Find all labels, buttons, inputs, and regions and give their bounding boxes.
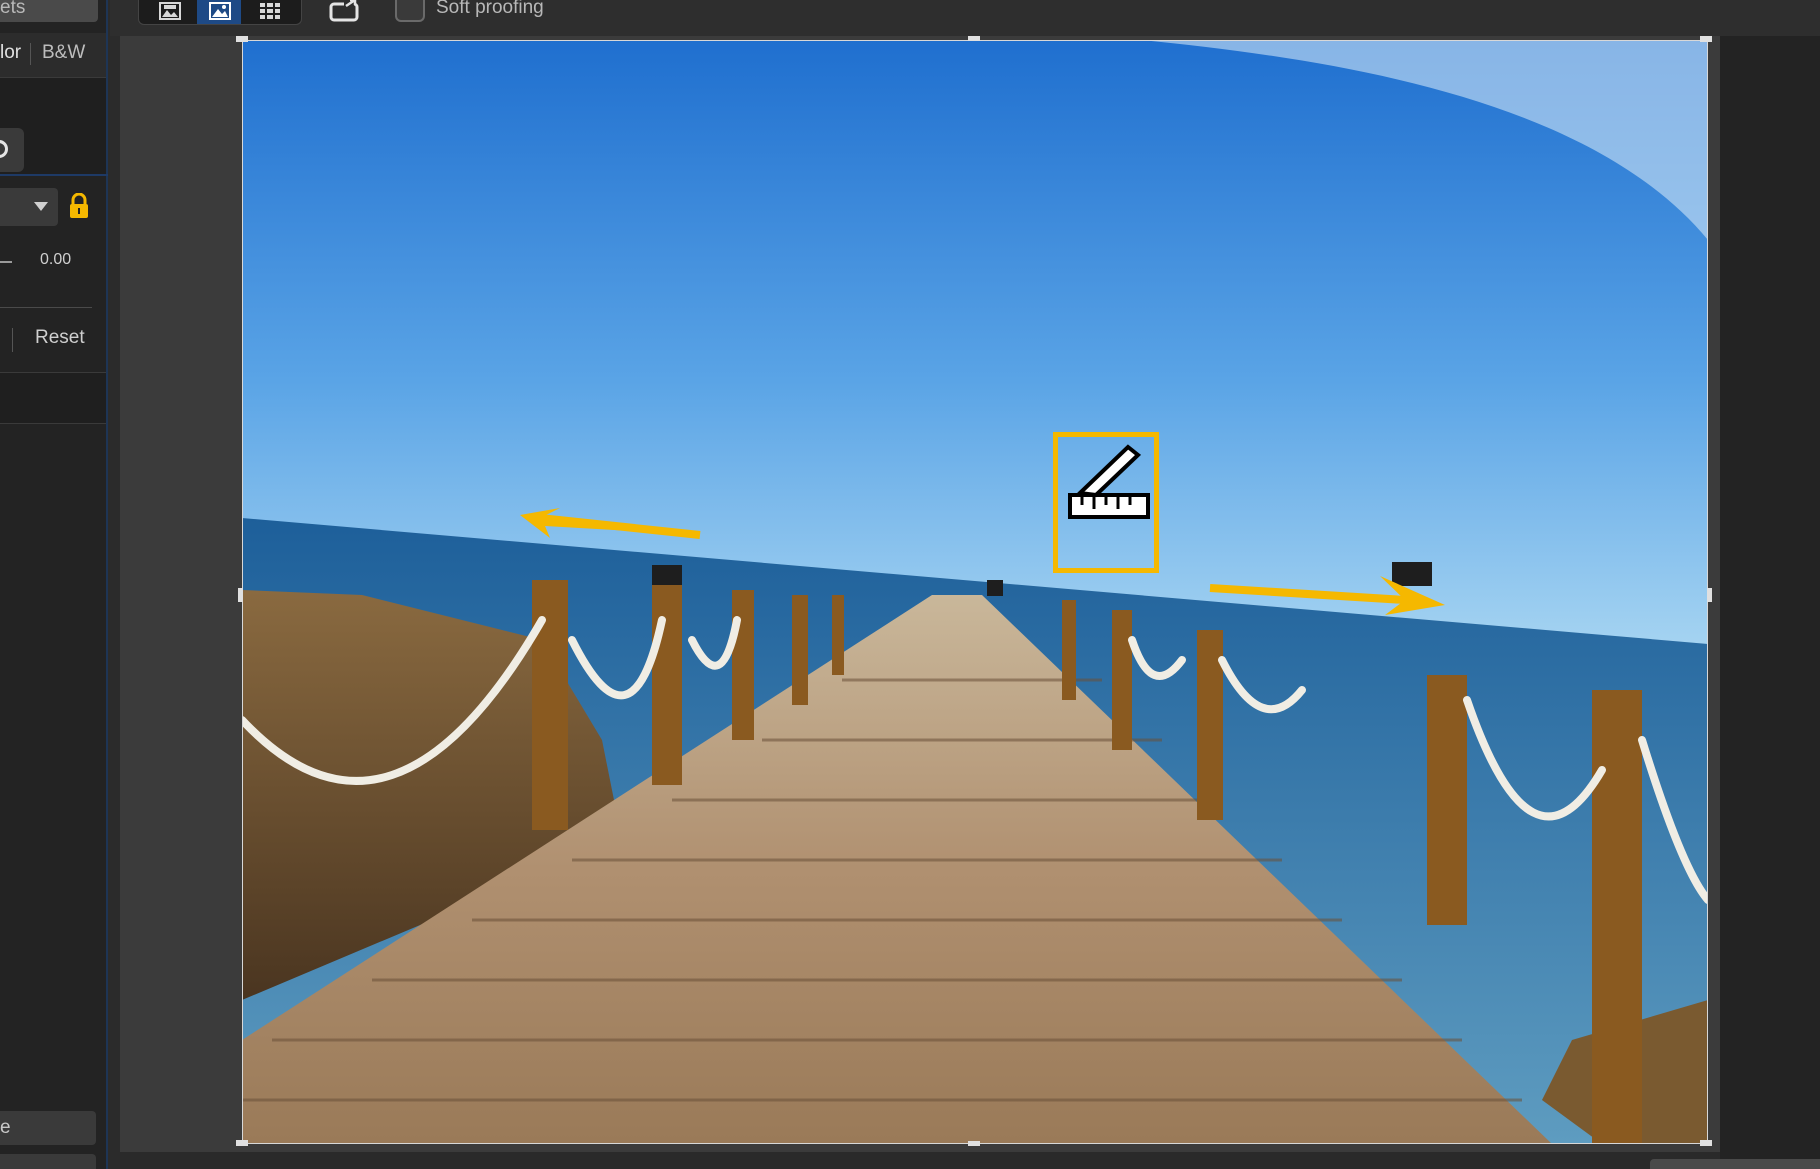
tab-color[interactable]: lor — [0, 33, 21, 73]
angle-slider[interactable] — [0, 261, 12, 263]
tab-bw[interactable]: B&W — [42, 33, 85, 73]
color-mode-tabs: lor B&W — [0, 33, 106, 78]
tab-divider — [30, 43, 31, 65]
aspect-ratio-dropdown[interactable] — [0, 188, 58, 226]
soft-proofing-label: Soft proofing — [436, 0, 544, 18]
presets-tab-label: ets — [0, 0, 26, 18]
bottom-action-label: e — [0, 1117, 11, 1138]
left-panel: ets lor B&W 0.00 Reset e — [0, 0, 108, 1169]
crop-handle-left[interactable] — [238, 588, 243, 602]
button-separator — [12, 328, 13, 352]
pier-photo — [242, 40, 1708, 1144]
straighten-tool-box[interactable] — [1053, 432, 1159, 573]
chevron-down-icon — [34, 202, 48, 211]
grid-icon — [260, 3, 280, 19]
divider — [0, 307, 92, 308]
ruler-straighten-icon — [1068, 444, 1150, 519]
scrollbar-thumb[interactable] — [1650, 1159, 1820, 1169]
toolbar: Soft proofing — [110, 0, 1820, 36]
soft-proofing-checkbox[interactable] — [395, 0, 425, 22]
photo-preview[interactable] — [242, 40, 1708, 1144]
grid-view-button[interactable] — [247, 0, 291, 24]
right-panel-edge — [1720, 36, 1820, 1169]
panel-section-header — [0, 372, 106, 424]
fit-screen-icon[interactable] — [328, 0, 364, 24]
circle-icon — [0, 140, 8, 158]
single-view-button[interactable] — [197, 0, 241, 24]
crop-handle-right[interactable] — [1707, 588, 1712, 602]
section-divider — [0, 174, 108, 176]
crop-handle-top-left[interactable] — [236, 36, 248, 42]
bottom-action-button[interactable]: e — [0, 1111, 96, 1145]
lock-icon[interactable] — [68, 193, 90, 219]
reset-button[interactable]: Reset — [35, 327, 85, 349]
crop-handle-top[interactable] — [968, 36, 980, 41]
rotate-left-arrow — [520, 508, 701, 539]
presets-tab[interactable]: ets — [0, 0, 98, 22]
before-after-icon — [159, 2, 181, 20]
crop-handle-bottom-right[interactable] — [1700, 1140, 1712, 1146]
crop-handle-bottom-left[interactable] — [236, 1140, 248, 1146]
view-mode-group — [138, 0, 302, 25]
horizontal-scrollbar[interactable] — [120, 1152, 1720, 1169]
bottom-action-button-2[interactable] — [0, 1154, 96, 1169]
image-icon — [209, 2, 231, 20]
crop-handle-top-right[interactable] — [1700, 36, 1712, 42]
rotate-right-arrow — [1209, 576, 1445, 615]
angle-value[interactable]: 0.00 — [40, 251, 71, 269]
crop-handle-bottom[interactable] — [968, 1141, 980, 1146]
before-after-view-button[interactable] — [147, 0, 191, 24]
tool-button[interactable] — [0, 128, 24, 172]
